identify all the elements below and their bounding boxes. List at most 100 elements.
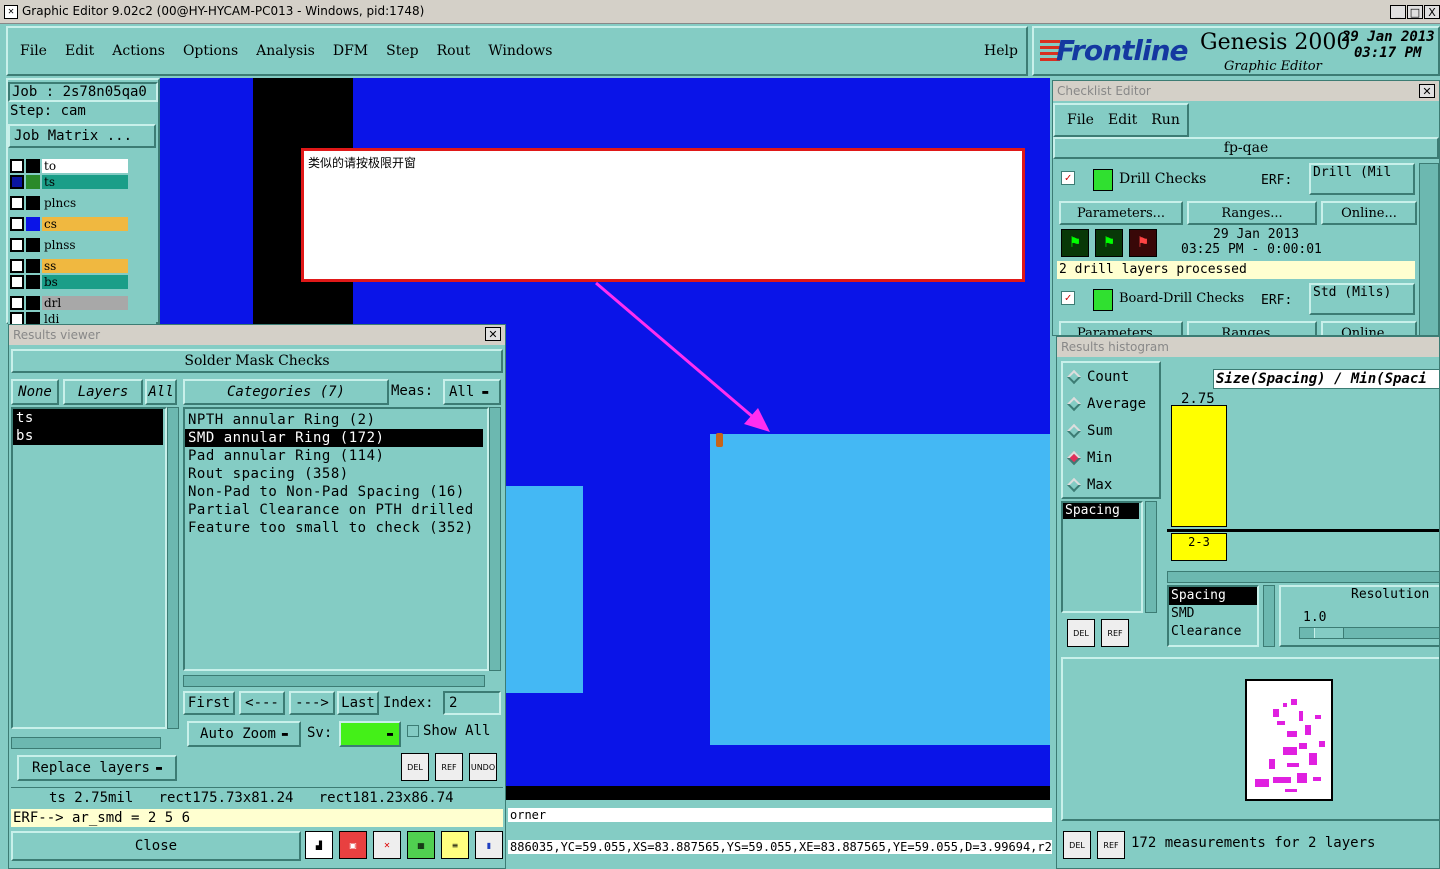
resolution-slider[interactable] — [1299, 627, 1439, 639]
category-list-hscroll[interactable] — [183, 675, 485, 687]
show-all-checkbox[interactable] — [407, 725, 419, 737]
measure-spacing[interactable]: Spacing — [1063, 503, 1139, 519]
category-item[interactable]: SMD annular Ring (172) — [185, 429, 483, 447]
last-button[interactable]: Last — [337, 691, 379, 715]
maximize-button[interactable]: □ — [1407, 5, 1423, 19]
category-list[interactable]: NPTH annular Ring (2) SMD annular Ring (1… — [183, 407, 489, 671]
replace-layers-dropdown[interactable]: Replace layers ▬ — [17, 755, 177, 781]
zoom-icon[interactable]: ▦ — [407, 831, 435, 859]
category-item[interactable]: Feature too small to check (352) — [185, 519, 487, 537]
menu-options[interactable]: Options — [183, 43, 238, 59]
type-clearance[interactable]: Clearance — [1169, 623, 1257, 641]
option-count[interactable]: Count — [1066, 369, 1129, 385]
prev-button[interactable]: <--- — [239, 691, 285, 715]
histogram-icon[interactable]: ▮ — [475, 831, 503, 859]
notes-icon[interactable]: ≡ — [441, 831, 469, 859]
layer-row-bs[interactable]: bs — [10, 274, 128, 290]
menu-dfm[interactable]: DFM — [333, 43, 368, 59]
checklist-menu-edit[interactable]: Edit — [1108, 112, 1137, 128]
check1-checkbox[interactable]: ✓ — [1061, 171, 1075, 185]
filter-icon[interactable]: ▟ — [305, 831, 333, 859]
category-item[interactable]: NPTH annular Ring (2) — [185, 411, 487, 429]
meas-dropdown[interactable]: All ▬ — [443, 379, 501, 405]
run-icon[interactable]: ⚑ — [1061, 229, 1089, 257]
layer-checkbox[interactable] — [10, 175, 24, 189]
menu-help[interactable]: Help — [984, 43, 1018, 59]
first-button[interactable]: First — [183, 691, 235, 715]
minimize-button[interactable]: _ — [1390, 5, 1406, 19]
layer-row-drl[interactable]: drl — [10, 295, 128, 311]
parameters-button[interactable]: Parameters... — [1059, 201, 1183, 225]
type-smd[interactable]: SMD — [1169, 605, 1257, 623]
menu-actions[interactable]: Actions — [112, 43, 165, 59]
layer-row-plncs[interactable]: plncs — [10, 195, 128, 211]
board-preview[interactable] — [1245, 679, 1333, 801]
auto-zoom-dropdown[interactable]: Auto Zoom ▬ — [187, 721, 301, 747]
option-average[interactable]: Average — [1066, 396, 1146, 412]
check2-erf-dropdown[interactable]: Std (Mils) — [1309, 283, 1415, 315]
menu-edit[interactable]: Edit — [65, 43, 94, 59]
option-max[interactable]: Max — [1066, 477, 1112, 493]
run-all-icon[interactable]: ⚑ — [1095, 229, 1123, 257]
menu-analysis[interactable]: Analysis — [256, 43, 315, 59]
category-item[interactable]: Non-Pad to Non-Pad Spacing (16) — [185, 483, 487, 501]
checklist-scrollbar[interactable] — [1419, 163, 1439, 335]
option-min[interactable]: Min — [1066, 450, 1112, 466]
next-button[interactable]: ---> — [289, 691, 335, 715]
stop-icon[interactable]: ⚑ — [1129, 229, 1157, 257]
category-item[interactable]: Partial Clearance on PTH drilled — [185, 501, 487, 519]
type-spacing[interactable]: Spacing — [1169, 587, 1257, 605]
menu-windows[interactable]: Windows — [488, 43, 552, 59]
checklist-menu-file[interactable]: File — [1067, 112, 1094, 128]
close-results-button[interactable]: Close — [11, 831, 301, 861]
ranges-button[interactable]: Ranges... — [1187, 201, 1317, 225]
layer-checkbox[interactable] — [10, 259, 24, 273]
measure-list-scrollbar[interactable] — [1145, 501, 1157, 613]
result-layer-list[interactable]: ts bs — [11, 407, 167, 729]
undo-icon[interactable]: UNDO — [469, 753, 497, 781]
layer-row-ss[interactable]: ss — [10, 258, 128, 274]
result-layer-bs[interactable]: bs — [13, 427, 163, 445]
results-viewer-close-button[interactable]: ✕ — [485, 327, 501, 341]
category-item[interactable]: Pad annular Ring (114) — [185, 447, 487, 465]
type-list-scrollbar[interactable] — [1263, 585, 1275, 647]
check1-erf-dropdown[interactable]: Drill (Mil — [1309, 163, 1415, 195]
histogram-measure-list[interactable]: Spacing — [1061, 501, 1143, 613]
result-layer-ts[interactable]: ts — [13, 409, 163, 427]
categories-button[interactable]: Categories (7) — [183, 379, 389, 405]
histogram-footer-ref-icon[interactable]: REF — [1097, 831, 1125, 859]
layer-checkbox[interactable] — [10, 275, 24, 289]
delete-results-icon[interactable]: ✕ — [373, 831, 401, 859]
histogram-ref-icon[interactable]: REF — [1101, 619, 1129, 647]
all-button[interactable]: All — [145, 379, 177, 405]
menu-rout[interactable]: Rout — [437, 43, 471, 59]
histogram-hscroll[interactable] — [1167, 571, 1439, 583]
checklist-close-button[interactable]: ✕ — [1419, 84, 1435, 98]
layer-checkbox[interactable] — [10, 238, 24, 252]
histogram-footer-del-icon[interactable]: DEL — [1063, 831, 1091, 859]
layer-checkbox[interactable] — [10, 159, 24, 173]
index-input[interactable]: 2 — [443, 691, 501, 715]
layer-row-plnss[interactable]: plnss — [10, 237, 128, 253]
online-button[interactable]: Online... — [1321, 201, 1417, 225]
report-icon[interactable]: ▣ — [339, 831, 367, 859]
layers-button[interactable]: Layers — [63, 379, 143, 405]
menu-file[interactable]: File — [20, 43, 47, 59]
layer-row-to[interactable]: to — [10, 158, 128, 174]
del-icon[interactable]: DEL — [401, 753, 429, 781]
option-sum[interactable]: Sum — [1066, 423, 1112, 439]
category-item[interactable]: Rout spacing (358) — [185, 465, 487, 483]
layer-list-hscroll[interactable] — [11, 737, 161, 749]
layer-list-scrollbar[interactable] — [167, 407, 179, 729]
layer-checkbox[interactable] — [10, 217, 24, 231]
sv-color-dropdown[interactable]: ▬ — [339, 721, 401, 747]
parameters-button-2[interactable]: Parameters... — [1059, 321, 1183, 335]
layer-row-ts[interactable]: ts — [10, 174, 128, 190]
check2-checkbox[interactable]: ✓ — [1061, 291, 1075, 305]
online-button-2[interactable]: Online... — [1321, 321, 1417, 335]
histogram-del-icon[interactable]: DEL — [1067, 619, 1095, 647]
close-button[interactable]: X — [1424, 5, 1440, 19]
slider-thumb[interactable] — [1314, 628, 1344, 638]
type-list[interactable]: Spacing SMD Clearance — [1167, 585, 1259, 647]
layer-row-cs[interactable]: cs — [10, 216, 128, 232]
